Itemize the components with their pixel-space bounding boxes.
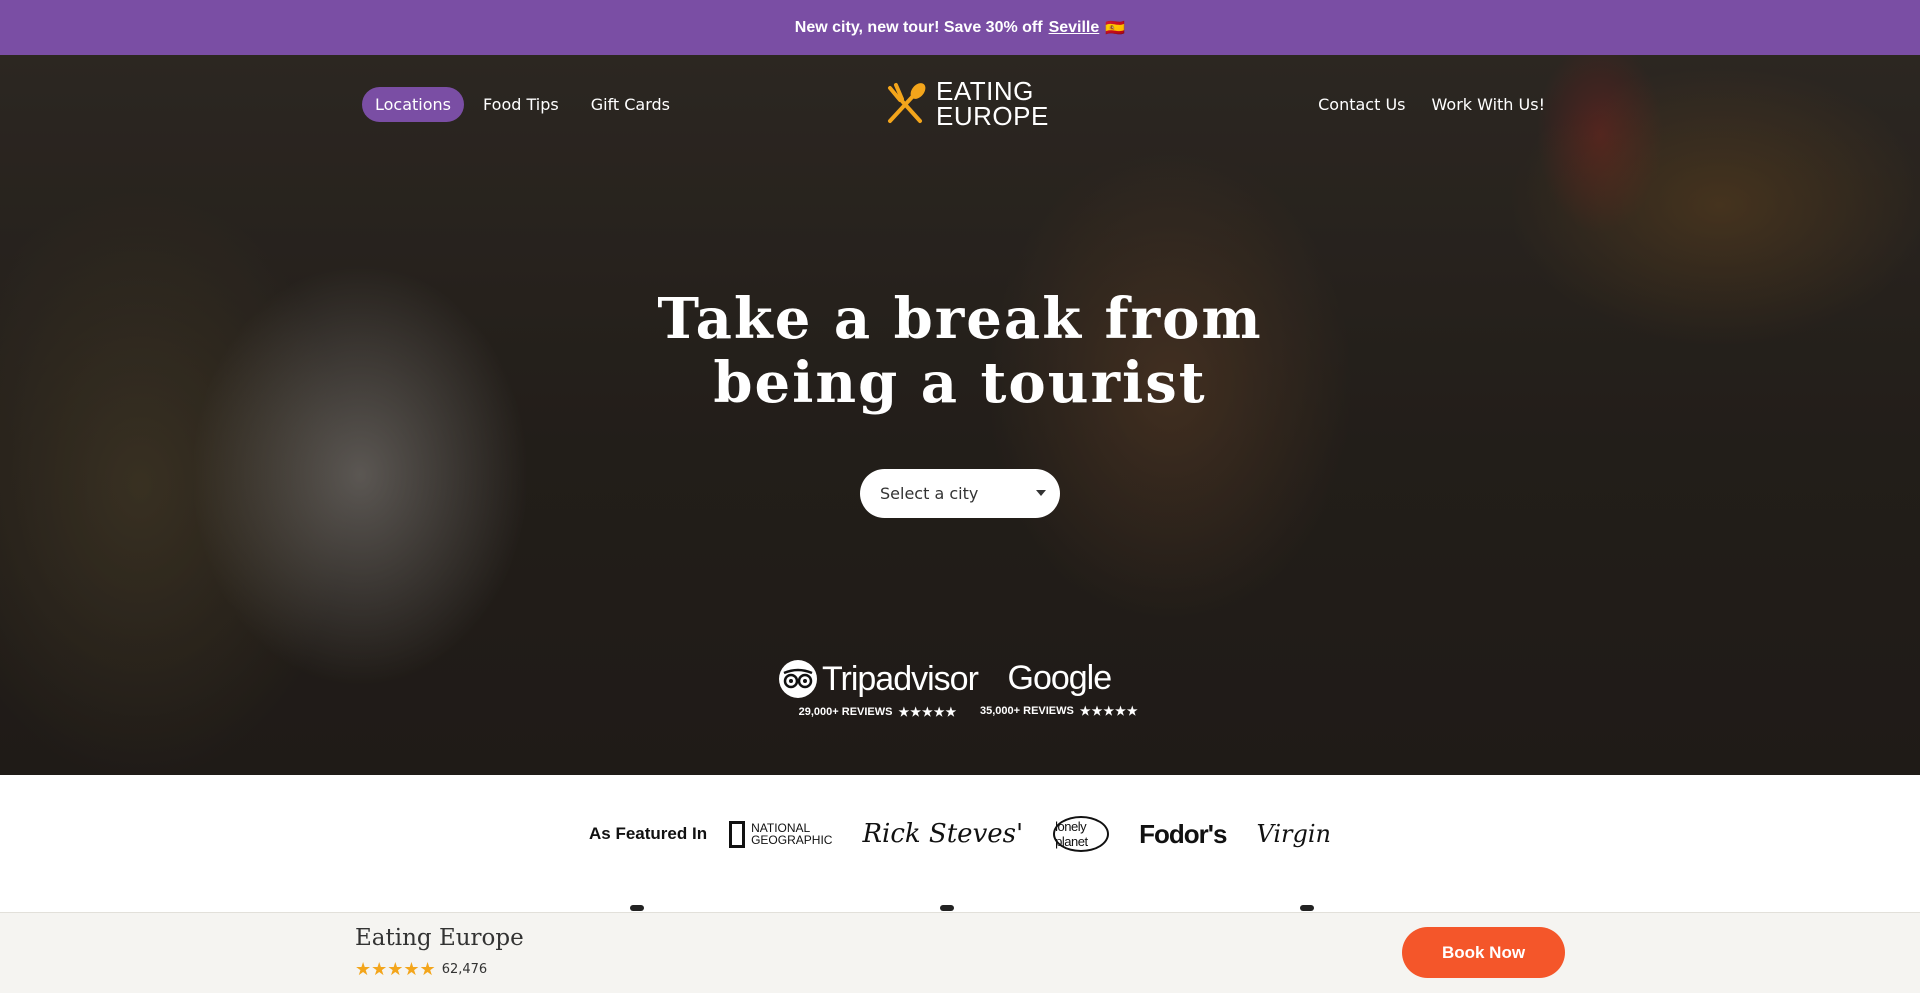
hero-section: Locations Food Tips Gift Cards EATING EU… — [0, 55, 1920, 775]
featured-in-strip: As Featured In NATIONAL GEOGRAPHIC Rick … — [0, 816, 1920, 852]
logo-line-2: EUROPE — [936, 101, 1049, 131]
booking-bar-rating: ★★★★★ 62,476 — [355, 959, 487, 980]
spain-flag-icon: 🇪🇸 — [1105, 19, 1126, 37]
nav-left: Locations Food Tips Gift Cards — [362, 87, 683, 122]
booking-bar-title: Eating Europe — [355, 925, 524, 951]
tripadvisor-count: 29,000+ REVIEWS — [798, 706, 893, 718]
logo-text: EATING EUROPE — [936, 78, 1049, 131]
rating-count: 62,476 — [441, 962, 488, 977]
natgeo-line-2: GEOGRAPHIC — [751, 833, 833, 847]
fodors-logo: Fodor's — [1139, 818, 1227, 849]
natgeo-frame-icon — [729, 820, 746, 848]
featured-label: As Featured In — [589, 824, 708, 843]
promo-link-seville[interactable]: Seville — [1049, 19, 1100, 37]
nav-contact-us[interactable]: Contact Us — [1305, 87, 1418, 122]
google-stars-icon: ★★★★★ — [1079, 704, 1139, 718]
book-now-button[interactable]: Book Now — [1402, 927, 1565, 978]
fork-spoon-icon — [888, 83, 926, 123]
nav-gift-cards[interactable]: Gift Cards — [578, 87, 683, 122]
eating-europe-logo[interactable]: EATING EUROPE — [880, 78, 1049, 131]
lonely-planet-logo: lonely planet — [1053, 816, 1110, 852]
tripadvisor-owl-icon — [779, 660, 817, 698]
tripadvisor-stars-icon: ★★★★★ — [898, 705, 958, 719]
headline-line-1: Take a break from — [657, 286, 1263, 352]
tripadvisor-review: Tripadvisor 29,000+ REVIEWS ★★★★★ — [778, 659, 979, 719]
nav-right: Contact Us Work With Us! — [1305, 87, 1558, 122]
rating-stars-icon: ★★★★★ — [355, 959, 436, 980]
headline-line-2: being a tourist — [713, 350, 1207, 416]
promo-text: New city, new tour! Save 30% off — [794, 18, 1043, 36]
google-count: 35,000+ REVIEWS — [980, 705, 1074, 717]
virgin-logo: Virgin — [1256, 820, 1331, 848]
google-brand: Google — [1007, 659, 1113, 697]
city-select-placeholder: Select a city — [880, 484, 979, 503]
sticky-booking-bar: Eating Europe ★★★★★ 62,476 Book Now — [0, 912, 1920, 993]
tripadvisor-brand: Tripadvisor — [822, 659, 979, 698]
nav-food-tips[interactable]: Food Tips — [470, 87, 572, 122]
nav-work-with-us[interactable]: Work With Us! — [1419, 87, 1558, 122]
nav-locations[interactable]: Locations — [362, 87, 465, 122]
city-select[interactable]: Select a city — [860, 469, 1060, 518]
google-review: Google 35,000+ REVIEWS ★★★★★ — [980, 659, 1139, 718]
national-geographic-logo: NATIONAL GEOGRAPHIC — [729, 820, 833, 848]
promo-banner: New city, new tour! Save 30% off Seville… — [0, 0, 1920, 55]
rick-steves-logo: Rick Steves' — [862, 819, 1024, 849]
caret-down-icon — [1036, 490, 1046, 496]
hero-headline: Take a break from being a tourist — [0, 287, 1920, 415]
